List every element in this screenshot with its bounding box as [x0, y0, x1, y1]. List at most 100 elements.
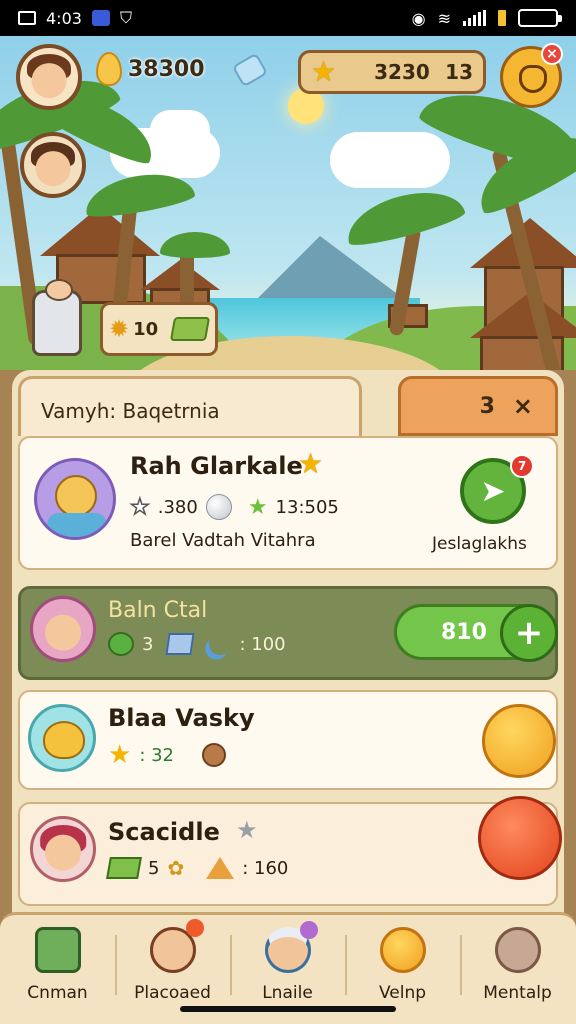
card-stats: 5 ✿ : 160	[106, 856, 289, 880]
card-avatar	[28, 704, 96, 772]
nav-item-lnaile[interactable]: Lnaile	[230, 915, 345, 1015]
nav-badge	[186, 919, 204, 937]
card-title: Blaa Vasky	[108, 704, 255, 732]
buy-value: 810	[441, 619, 487, 645]
home-indicator[interactable]	[180, 1006, 396, 1012]
nav-label: Placoaed	[134, 983, 211, 1003]
stat-value: 13:505	[275, 496, 339, 518]
battery-level-icon	[498, 10, 506, 26]
friend-avatar[interactable]	[20, 132, 86, 198]
nav-label: Cnman	[27, 983, 88, 1003]
card-title: Rah Glarkale	[130, 452, 303, 480]
profile-button[interactable]: ×	[500, 43, 563, 108]
cloud	[150, 110, 210, 150]
stars-value: 3230	[374, 60, 430, 84]
card-title: Scacidle	[108, 818, 220, 846]
nav-item-velnp[interactable]: Velnp	[345, 915, 460, 1015]
coins-counter[interactable]: 38300	[96, 52, 205, 86]
coins-value: 38300	[128, 56, 205, 82]
stat-value: 3	[142, 633, 154, 655]
nav-label: Lnaile	[262, 983, 313, 1003]
quest-chip[interactable]: ✹ 10	[100, 302, 218, 356]
monkey-icon	[202, 743, 227, 767]
app-icon	[91, 10, 110, 26]
tent-icon	[206, 857, 235, 879]
avatar-face	[43, 721, 85, 759]
profile-close-badge[interactable]: ×	[541, 43, 563, 65]
card-avatar	[34, 458, 116, 540]
nav-item-placoaed[interactable]: Placoaed	[115, 915, 230, 1015]
avatar-face	[31, 63, 67, 98]
panel-count: 3	[479, 393, 495, 419]
villager-character[interactable]	[32, 279, 82, 356]
nav-label: Velnp	[378, 983, 427, 1003]
stat-value: .380	[157, 496, 198, 518]
gear-icon: ✹	[109, 315, 130, 343]
stat-value: 5	[148, 857, 160, 879]
card-subtitle: Barel Vadtah Vitahra	[130, 530, 316, 551]
card-avatar	[30, 816, 96, 882]
shield-icon: ⛉	[119, 8, 132, 27]
signal-icon	[463, 10, 486, 26]
stat-value: : 32	[139, 744, 175, 766]
calculator-icon	[34, 927, 81, 973]
stars-count: 13	[445, 60, 473, 84]
moon-icon	[206, 630, 234, 658]
palm-leaf	[160, 232, 230, 258]
stat-value: : 160	[242, 857, 289, 879]
panel-title: Vamyh: Baqetrnia	[41, 399, 220, 423]
card-title: Baln Ctal	[108, 598, 208, 623]
card-avatar	[30, 596, 96, 662]
battery-icon	[518, 9, 562, 27]
avatar-body	[47, 513, 107, 537]
alarm-icon: ◉	[411, 8, 426, 28]
card-stats: ★ : 32	[108, 740, 227, 770]
cursor-icon: ➤	[480, 473, 506, 509]
smile-face-icon[interactable]	[482, 704, 556, 778]
cloud	[330, 132, 450, 188]
avatar-face	[35, 151, 71, 186]
star-icon: ★	[298, 447, 324, 480]
stat-value: : 100	[239, 633, 286, 655]
list-item[interactable]	[18, 802, 558, 906]
hut-roof	[470, 292, 576, 338]
face-icon	[519, 65, 547, 93]
plus-button[interactable]: +	[500, 604, 558, 662]
mouse-icon	[494, 927, 541, 973]
avatar-face	[45, 834, 81, 871]
status-time: 4:03	[46, 8, 82, 28]
wifi-icon: ≋	[437, 8, 451, 28]
nav-item-mentalp[interactable]: Mentalp	[460, 915, 575, 1015]
card-stats: ★ .380 ★ 13:505	[129, 494, 339, 521]
coin-egg-icon	[96, 52, 122, 86]
panel-close-tab[interactable]: 3 ×	[398, 376, 558, 436]
card-stats: 3 : 100	[108, 632, 286, 656]
panel-title-tab: Vamyh: Baqetrnia	[18, 376, 362, 436]
notification-badge: 7	[510, 454, 534, 478]
candy-icon: ✿	[167, 856, 185, 880]
nav-label: Mentalp	[483, 983, 552, 1003]
status-bar: 4:03 ⛉ ◉ ≋	[0, 0, 576, 36]
pearl-icon	[205, 494, 232, 520]
stars-counter[interactable]: ★ 3230 13	[298, 50, 486, 94]
play-label: Jeslaglakhs	[432, 534, 527, 554]
cash-icon	[106, 857, 142, 879]
avatar-face	[55, 475, 97, 517]
avatar-face	[45, 614, 81, 651]
green-star-icon: ★	[247, 494, 268, 520]
outline-star-icon: ★	[129, 494, 150, 521]
nav-badge	[300, 921, 318, 939]
player-avatar[interactable]	[16, 44, 82, 110]
star-icon: ★	[108, 740, 132, 770]
list-item[interactable]	[18, 690, 558, 790]
close-icon[interactable]: ×	[513, 392, 533, 420]
map-icon	[165, 633, 195, 655]
star-icon: ★	[311, 55, 337, 88]
villager-head	[45, 279, 73, 301]
cash-icon	[170, 317, 211, 341]
nav-item-cnman[interactable]: Cnman	[0, 915, 115, 1015]
red-ball-character-icon[interactable]	[478, 796, 562, 880]
sun-face-icon	[379, 927, 426, 973]
quest-chip-value: 10	[133, 318, 159, 340]
grey-star-icon: ★	[236, 816, 258, 844]
